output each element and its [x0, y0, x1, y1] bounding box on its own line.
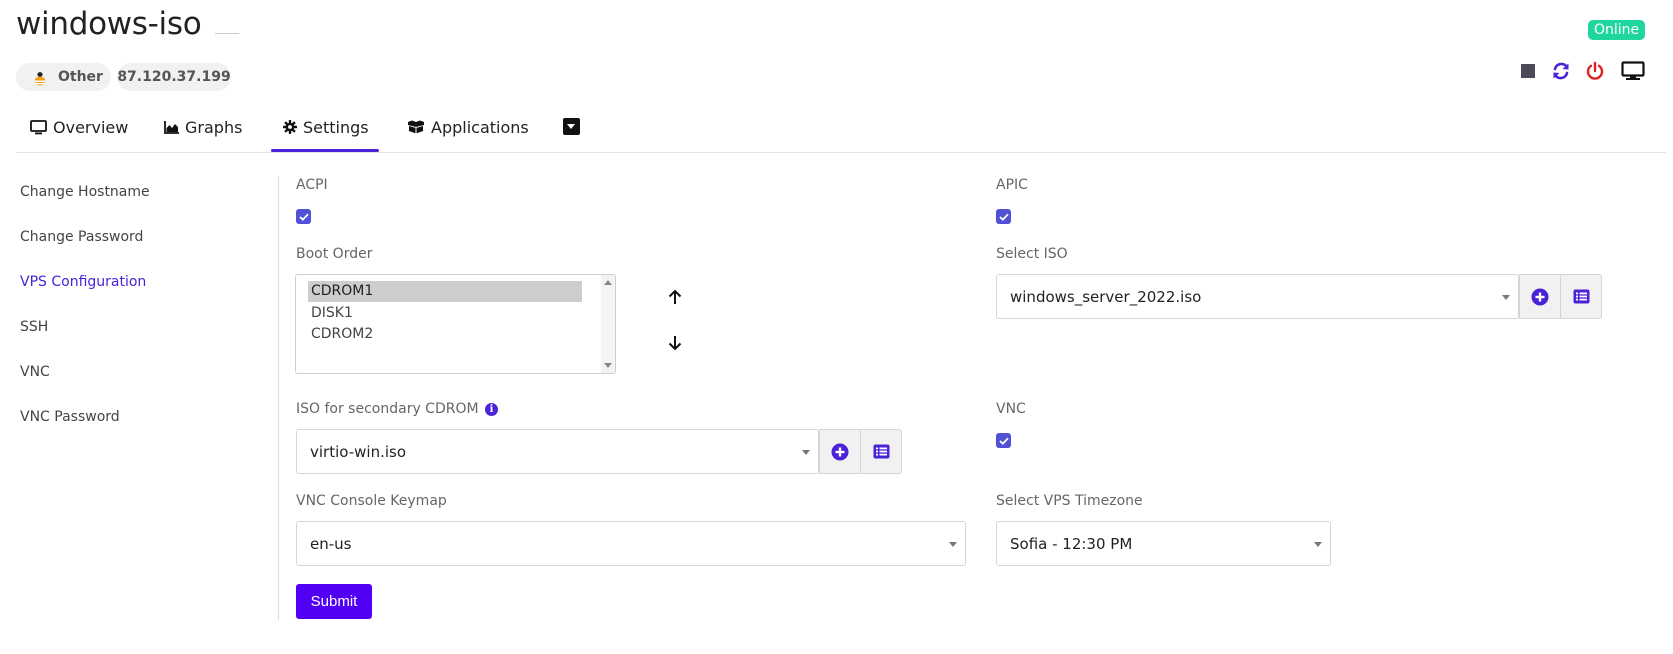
- sidebar-item-ssh[interactable]: SSH: [20, 319, 48, 335]
- monitor-icon: [30, 119, 47, 134]
- move-up-button[interactable]: [665, 285, 685, 309]
- boot-order-option[interactable]: CDROM2: [308, 324, 582, 345]
- restart-arrows-icon: [1553, 62, 1569, 80]
- gear-icon: [283, 120, 297, 134]
- list-icon: [873, 444, 889, 459]
- check-icon: [998, 213, 1009, 221]
- info-icon[interactable]: i: [485, 403, 498, 416]
- title-divider: [215, 33, 239, 34]
- console-button[interactable]: [1620, 60, 1646, 82]
- list-iso-button[interactable]: [1560, 274, 1602, 319]
- keymap-label: VNC Console Keymap: [296, 493, 447, 509]
- boot-order-label: Boot Order: [296, 246, 373, 262]
- arrow-up-icon: [668, 289, 682, 304]
- os-badge: Other: [16, 63, 111, 91]
- keymap-select[interactable]: en-us: [296, 521, 966, 566]
- os-label: Other: [58, 69, 103, 85]
- area-chart-icon: [164, 120, 179, 134]
- sidebar-item-vnc[interactable]: VNC: [20, 364, 50, 380]
- caret-down-icon: [949, 542, 957, 547]
- boot-order-listbox[interactable]: CDROM1 DISK1 CDROM2: [295, 274, 616, 374]
- stop-square-icon: [1521, 64, 1535, 78]
- apic-label: APIC: [996, 177, 1028, 193]
- power-icon: [1586, 61, 1604, 80]
- sidebar-item-change-hostname[interactable]: Change Hostname: [20, 184, 150, 200]
- caret-down-icon: [1502, 295, 1510, 300]
- plus-circle-icon: [831, 443, 849, 460]
- caret-down-icon: [1314, 542, 1322, 547]
- secondary-iso-select[interactable]: virtio-win.iso: [296, 429, 819, 474]
- boxes-icon: [408, 120, 424, 134]
- boot-order-option[interactable]: CDROM1: [308, 281, 582, 302]
- caret-down-icon: [802, 450, 810, 455]
- sidebar-item-vps-configuration[interactable]: VPS Configuration: [20, 274, 146, 290]
- ip-address-badge: 87.120.37.199: [117, 63, 231, 91]
- arrow-down-icon: [668, 336, 682, 351]
- boot-order-option[interactable]: DISK1: [308, 303, 582, 324]
- tab-label: Applications: [431, 117, 529, 137]
- restart-button[interactable]: [1550, 60, 1572, 82]
- sidebar-item-vnc-password[interactable]: VNC Password: [20, 409, 120, 425]
- more-tabs-dropdown[interactable]: [563, 118, 580, 135]
- tab-overview[interactable]: Overview: [30, 104, 128, 150]
- sidebar-item-change-password[interactable]: Change Password: [20, 229, 143, 245]
- monitor-console-icon: [1621, 61, 1645, 80]
- iso-select[interactable]: windows_server_2022.iso: [996, 274, 1519, 319]
- tab-settings[interactable]: Settings: [271, 104, 379, 152]
- timezone-value: Sofia - 12:30 PM: [1010, 535, 1133, 553]
- tab-bar: Overview Graphs Settings Applications: [16, 104, 1666, 153]
- vnc-label: VNC: [996, 401, 1026, 417]
- check-icon: [298, 213, 309, 221]
- timezone-label: Select VPS Timezone: [996, 493, 1143, 509]
- scroll-up-icon: [604, 280, 612, 285]
- apic-checkbox[interactable]: [996, 209, 1011, 224]
- keymap-value: en-us: [310, 535, 352, 553]
- tab-label: Overview: [53, 117, 129, 137]
- select-iso-label: Select ISO: [996, 246, 1068, 262]
- list-icon: [1573, 289, 1589, 304]
- add-iso-button[interactable]: [1519, 274, 1561, 319]
- status-badge: Online: [1588, 20, 1646, 40]
- os-icon: [32, 69, 48, 86]
- tab-applications[interactable]: Applications: [407, 104, 529, 150]
- acpi-checkbox[interactable]: [296, 209, 311, 224]
- check-icon: [998, 437, 1009, 445]
- submit-button[interactable]: Submit: [296, 584, 372, 619]
- power-button[interactable]: [1584, 60, 1606, 82]
- tab-graphs[interactable]: Graphs: [164, 104, 242, 150]
- add-secondary-iso-button[interactable]: [819, 429, 861, 474]
- tab-label: Settings: [303, 117, 369, 137]
- timezone-select[interactable]: Sofia - 12:30 PM: [996, 521, 1331, 566]
- scroll-down-icon: [604, 363, 612, 368]
- vnc-checkbox[interactable]: [996, 433, 1011, 448]
- list-secondary-iso-button[interactable]: [860, 429, 902, 474]
- stop-button[interactable]: [1517, 60, 1539, 82]
- listbox-scrollbar[interactable]: [601, 275, 615, 373]
- move-down-button[interactable]: [665, 331, 685, 355]
- sidebar-divider: [278, 176, 279, 620]
- page-title: windows-iso: [16, 6, 202, 42]
- iso-value: windows_server_2022.iso: [1010, 288, 1202, 306]
- acpi-label: ACPI: [296, 177, 328, 193]
- secondary-iso-label: ISO for secondary CDROM: [296, 401, 479, 417]
- secondary-iso-value: virtio-win.iso: [310, 443, 406, 461]
- plus-circle-icon: [1531, 288, 1549, 305]
- tab-label: Graphs: [185, 117, 243, 137]
